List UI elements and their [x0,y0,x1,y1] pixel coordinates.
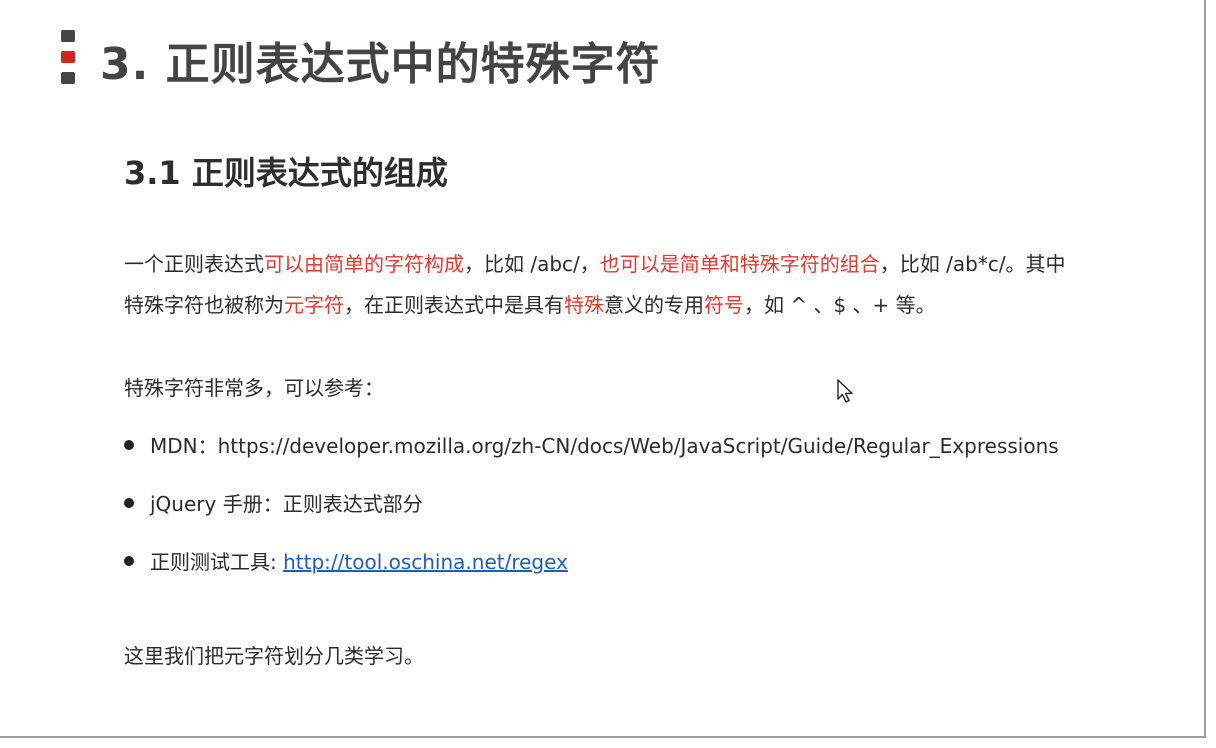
regex-tool-link[interactable]: http://tool.oschina.net/regex [283,550,568,574]
accent-block-bottom [61,72,75,84]
reference-label: MDN：https://developer.mozilla.org/zh-CN/… [150,434,1059,458]
reference-item-mdn: MDN：https://developer.mozilla.org/zh-CN/… [124,426,1059,466]
highlighted-text: 也可以是简单和特殊字符的组合 [599,252,880,276]
paragraph-text: 特殊字符也被称为 [124,293,284,317]
bullet-icon [124,440,134,450]
reference-label: 正则测试工具: [150,550,284,574]
paragraph-line-1: 一个正则表达式可以由简单的字符构成，比如 /abc/，也可以是简单和特殊字符的组… [124,244,1066,284]
bullet-icon [124,498,134,508]
paragraph-text: ，在正则表达式中是具有 [344,293,564,317]
mouse-pointer-icon [837,379,853,403]
reference-item-regex-tool: 正则测试工具: http://tool.oschina.net/regex [124,542,568,582]
title-accent-bar [61,30,75,84]
paragraph-line-2: 特殊字符也被称为元字符，在正则表达式中是具有特殊意义的专用符号，如 ^ 、$ 、… [124,285,936,325]
bullet-icon [124,556,134,566]
accent-block-top [61,30,75,42]
slide-title: 3. 正则表达式中的特殊字符 [100,39,661,90]
highlighted-text: 元字符 [284,293,344,317]
highlighted-text: 符号 [704,293,744,317]
slide: 3. 正则表达式中的特殊字符 3.1 正则表达式的组成 一个正则表达式可以由简单… [0,0,1206,738]
accent-block-middle [61,51,75,63]
reference-item-jquery: jQuery 手册：正则表达式部分 [124,484,423,524]
reference-label: jQuery 手册：正则表达式部分 [150,492,423,516]
paragraph-text: ，如 ^ 、$ 、+ 等。 [744,293,936,317]
highlighted-text: 特殊 [564,293,604,317]
paragraph-text: 意义的专用 [604,293,704,317]
paragraph-text: ，比如 /ab*c/。其中 [879,252,1066,276]
highlighted-text: 可以由简单的字符构成 [264,252,464,276]
reference-intro: 特殊字符非常多，可以参考： [124,376,384,400]
section-subtitle: 3.1 正则表达式的组成 [124,154,448,192]
closing-text: 这里我们把元字符划分几类学习。 [124,644,424,668]
paragraph-text: 一个正则表达式 [124,252,264,276]
paragraph-text: ，比如 /abc/， [464,252,600,276]
